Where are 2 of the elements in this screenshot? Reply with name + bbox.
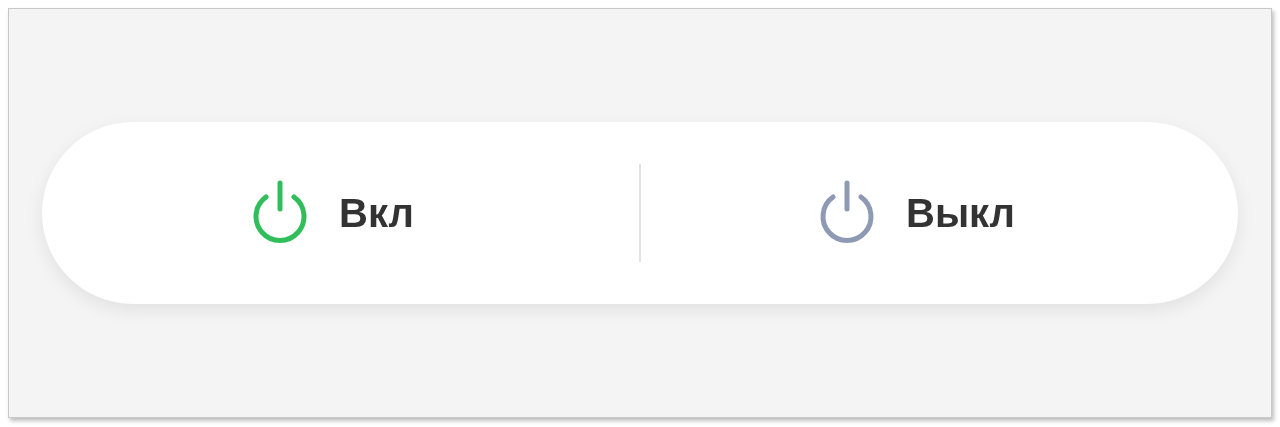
power-option[interactable]: Выкл [814,179,1015,247]
power-option[interactable]: Вкл [247,179,414,247]
